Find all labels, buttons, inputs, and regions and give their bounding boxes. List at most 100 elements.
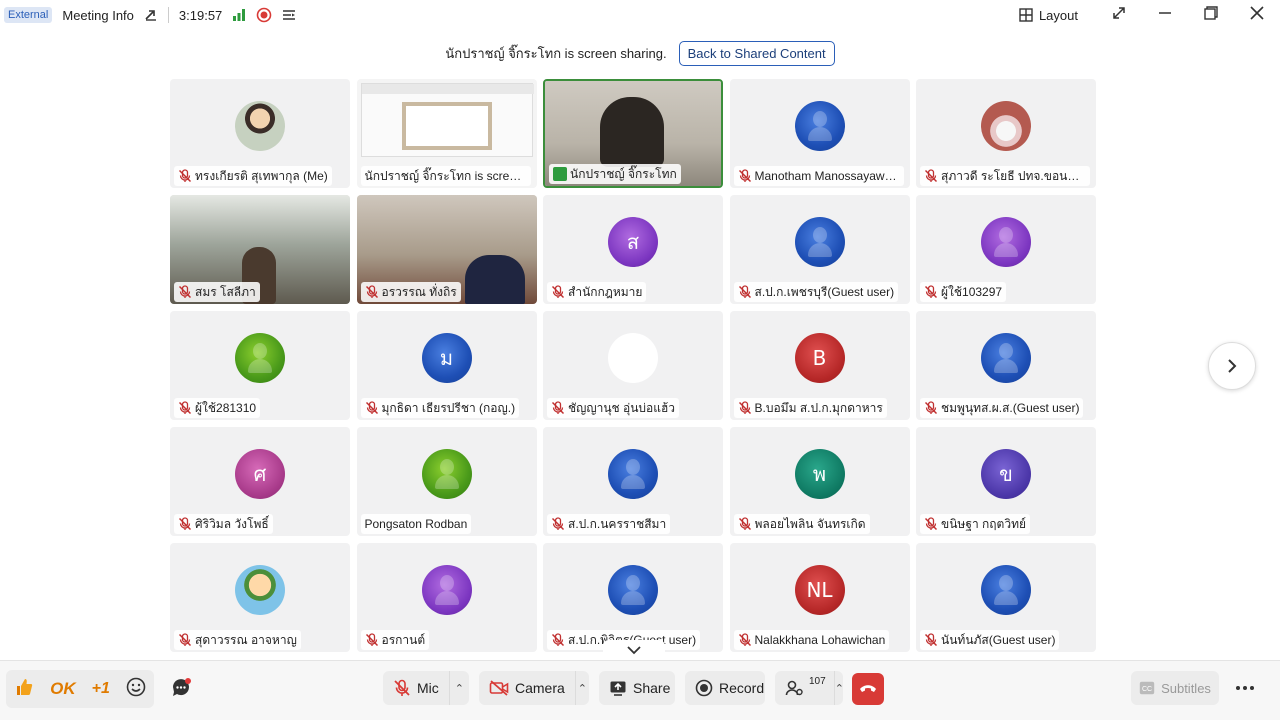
reactions-bar: OK +1	[6, 670, 154, 708]
participant-name-label: สุดาวรรณ อาจหาญ	[174, 630, 301, 650]
participant-grid: ทรงเกียรติ สุเทพากุล (Me) นักปราชญ์ จิ๊กร…	[170, 79, 1096, 652]
muted-mic-icon	[365, 633, 378, 647]
participants-button[interactable]: 107	[775, 676, 834, 697]
participant-name: Pongsaton Rodban	[364, 517, 468, 531]
avatar-initial: ส	[626, 230, 640, 254]
participant-tile[interactable]: ส.ป.ก.พิจิตร(Guest user)	[543, 543, 723, 652]
more-options-button[interactable]	[1228, 671, 1262, 705]
avatar-initial: ข	[999, 462, 1013, 486]
participant-avatar	[421, 449, 472, 499]
participants-options-chevron-icon[interactable]: ⌃	[833, 671, 844, 705]
muted-mic-icon	[924, 401, 938, 415]
participant-name: นักปราชญ์ จิ๊กระโทก is screen sharing	[364, 168, 527, 183]
person-silhouette-icon	[248, 343, 272, 373]
participant-name-label: สำนักกฎหมาย	[547, 282, 647, 302]
hang-up-icon	[860, 685, 876, 692]
participant-tile[interactable]: ผู้ใช้103297	[916, 195, 1096, 304]
share-link-icon[interactable]	[144, 8, 158, 22]
sharing-status-text: นักปราชญ์ จิ๊กระโทก is screen sharing.	[445, 45, 667, 61]
participant-name-label: ผู้ใช้103297	[920, 282, 1007, 302]
participant-tile[interactable]: ชมพูนุทส.ผ.ส.(Guest user)	[916, 311, 1096, 420]
camera-button[interactable]: Camera	[479, 679, 575, 697]
muted-mic-icon	[924, 169, 938, 183]
participant-tile[interactable]: NL Nalakkhana Lohawichan	[729, 543, 910, 652]
participant-name-label: สุภาวดี ระโยธี ปทจ.ขอนแก่น	[920, 166, 1090, 186]
participant-tile[interactable]: ผู้ใช้281310	[170, 311, 350, 420]
signal-strength-icon[interactable]	[232, 8, 246, 22]
participant-name: ขนิษฐา กฤตวิทย์	[941, 516, 1027, 531]
participant-tile[interactable]: สุภาวดี ระโยธี ปทจ.ขอนแก่น	[916, 79, 1096, 188]
participant-tile[interactable]: Manotham Manossayawong	[729, 79, 910, 188]
participant-name-label: มุกธิดา เธียรปรีชา (กอญ.)	[360, 398, 520, 418]
participant-name-label: นักปราชญ์ จิ๊กระโทก	[549, 164, 681, 184]
screen-share-icon	[553, 167, 567, 181]
participant-avatar	[981, 333, 1031, 383]
participant-tile[interactable]: ขขนิษฐา กฤตวิทย์	[916, 427, 1096, 536]
participants-icon	[785, 680, 803, 696]
mic-button[interactable]: Mic	[383, 679, 449, 697]
avatar-initial: ม	[439, 346, 454, 370]
meeting-info-button[interactable]: Meeting Info	[62, 8, 134, 23]
record-icon	[695, 679, 713, 697]
participant-tile[interactable]: ส.ป.ก.นครราชสีมา	[543, 427, 723, 536]
participant-name-label: Manotham Manossayawong	[733, 166, 904, 186]
participant-name-label: ผู้ใช้281310	[174, 398, 261, 418]
participant-avatar	[981, 217, 1031, 267]
participant-avatar	[794, 101, 845, 151]
participant-name-label: ชมพูนุทส.ผ.ส.(Guest user)	[920, 398, 1084, 418]
mic-options-chevron-icon[interactable]: ⌃	[448, 671, 469, 705]
collapse-toolbar-button[interactable]	[603, 640, 665, 660]
ok-reaction[interactable]: OK	[50, 679, 76, 699]
participant-tile[interactable]: สุดาวรรณ อาจหาญ	[170, 543, 350, 652]
participant-tile[interactable]: ส.ป.ก.เพชรบุรี(Guest user)	[729, 195, 910, 304]
participant-name: สำนักกฎหมาย	[568, 284, 643, 299]
leave-meeting-button[interactable]	[852, 673, 884, 705]
divider	[167, 7, 169, 23]
chat-button[interactable]	[166, 673, 196, 703]
close-button[interactable]	[1234, 5, 1280, 25]
participant-tile[interactable]: สมร โสลีภา	[170, 195, 350, 304]
layout-button[interactable]: Layout	[1019, 8, 1078, 23]
participant-name: ทรงเกียรติ สุเทพากุล (Me)	[195, 168, 328, 183]
restore-button[interactable]	[1188, 5, 1234, 25]
participant-tile[interactable]: พพลอยไพลิน จันทรเกิด	[729, 427, 910, 536]
emoji-icon[interactable]	[126, 677, 146, 702]
participant-tile[interactable]: อรกานต์	[356, 543, 537, 652]
recording-icon[interactable]	[256, 7, 272, 23]
participant-tile[interactable]: มมุกธิดา เธียรปรีชา (กอญ.)	[356, 311, 537, 420]
participant-tile[interactable]: ทรงเกียรติ สุเทพากุล (Me)	[170, 79, 350, 188]
participant-tile[interactable]: อรวรรณ ทั่งถิร	[356, 195, 537, 304]
participant-name-label: อรกานต์	[360, 630, 430, 650]
participant-name: นักปราชญ์ จิ๊กระโทก	[570, 166, 677, 181]
participant-tile[interactable]: นักปราชญ์ จิ๊กระโทก is screen sharing	[356, 79, 537, 188]
participant-tile[interactable]: สสำนักกฎหมาย	[543, 195, 723, 304]
next-page-button[interactable]	[1208, 342, 1256, 390]
participant-tile[interactable]: ชัญญานุช อุ่นบ่อแฮ้ว	[543, 311, 723, 420]
person-silhouette-icon	[434, 459, 459, 489]
participant-avatar	[235, 565, 285, 615]
participant-name-label: Nalakkhana Lohawichan	[733, 630, 890, 650]
participant-tile[interactable]: นันท์นภัส(Guest user)	[916, 543, 1096, 652]
participant-video-person	[464, 255, 525, 304]
plus-one-reaction[interactable]: +1	[92, 680, 110, 698]
share-button[interactable]: Share	[599, 671, 675, 705]
participant-tile[interactable]: ศศิริวิมล วังโพธิ์	[170, 427, 350, 536]
chevron-right-icon	[1228, 359, 1237, 373]
participant-tile[interactable]: Pongsaton Rodban	[356, 427, 537, 536]
avatar-initial: NL	[806, 578, 833, 602]
muted-mic-icon	[178, 517, 192, 531]
participant-avatar	[608, 333, 658, 383]
record-button[interactable]: Record	[685, 671, 765, 705]
participants-control: 107 ⌃	[775, 671, 844, 705]
svg-text:CC: CC	[1142, 686, 1152, 693]
menu-list-icon[interactable]	[282, 8, 296, 22]
minimize-button[interactable]	[1142, 6, 1188, 25]
fullscreen-icon[interactable]	[1096, 6, 1142, 25]
thumbs-up-icon[interactable]	[14, 677, 34, 702]
back-to-shared-content-button[interactable]: Back to Shared Content	[678, 40, 835, 66]
participant-avatar: ส	[608, 217, 658, 267]
camera-options-chevron-icon[interactable]: ⌃	[574, 671, 589, 705]
subtitles-button[interactable]: CC Subtitles	[1131, 671, 1219, 705]
participant-tile[interactable]: นักปราชญ์ จิ๊กระโทก	[543, 79, 723, 188]
participant-tile[interactable]: B B.บอมึม ส.ป.ก.มุกดาหาร	[729, 311, 910, 420]
